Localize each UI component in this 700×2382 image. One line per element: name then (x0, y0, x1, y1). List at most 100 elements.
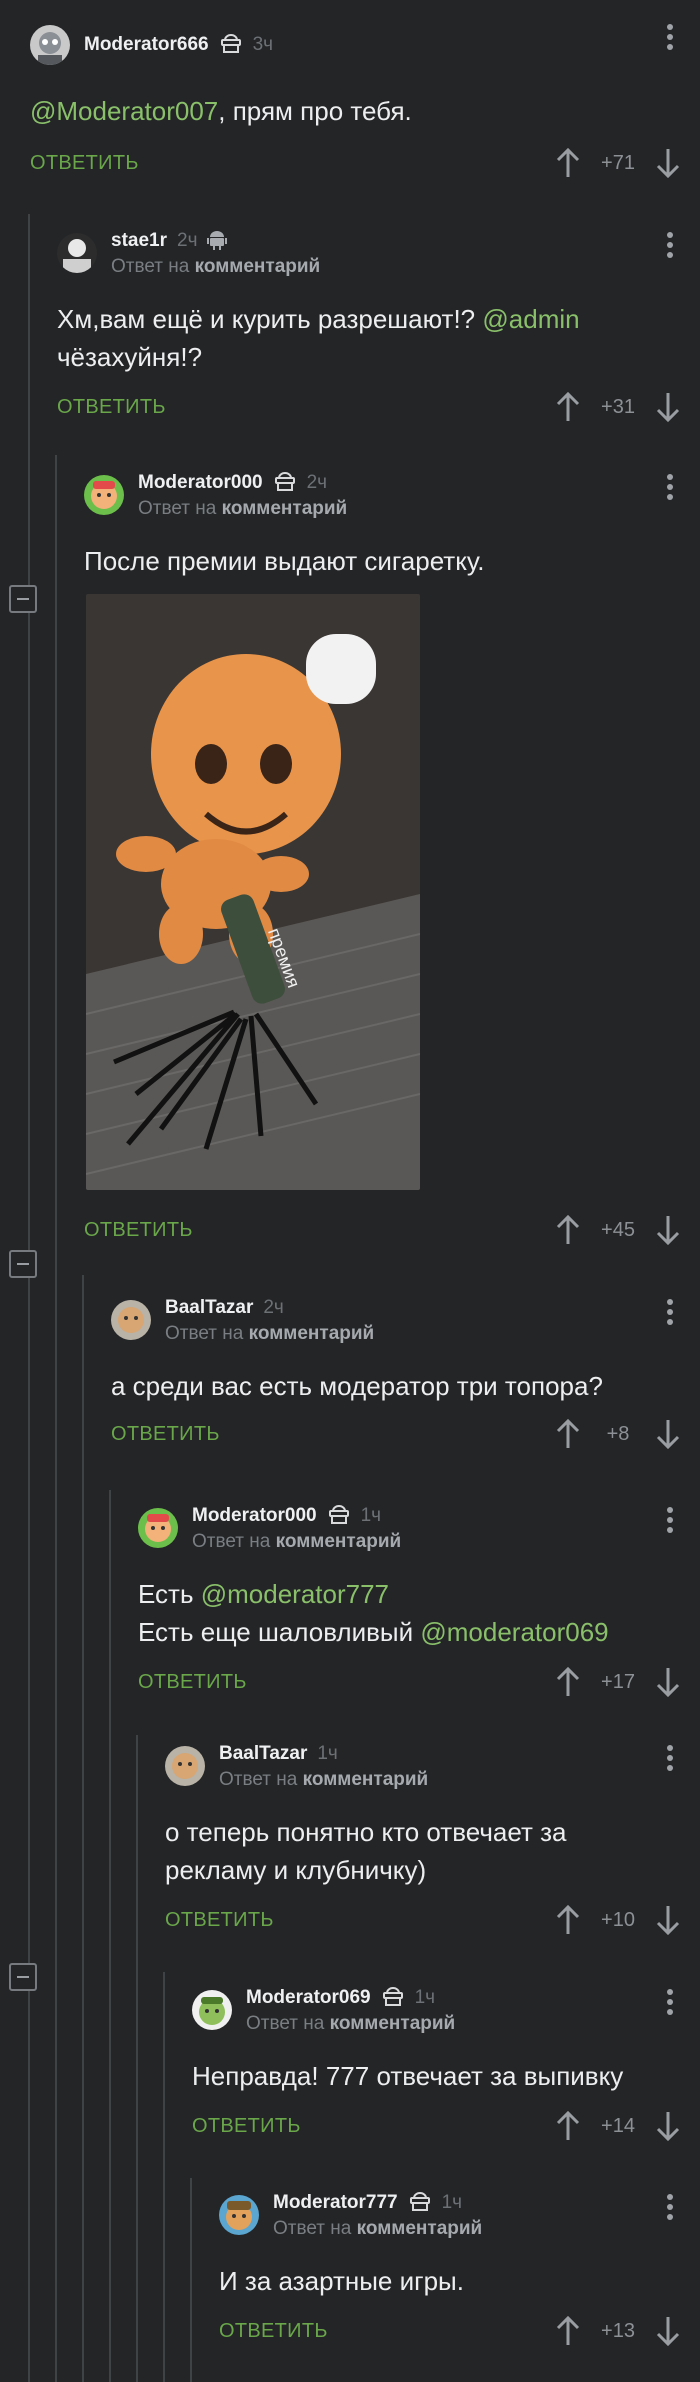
arrow-up-icon[interactable] (554, 1903, 582, 1937)
comment-time: 3ч (252, 34, 274, 55)
comment-image[interactable]: премия (86, 594, 420, 1190)
avatar[interactable] (219, 2195, 259, 2235)
more-vertical-icon[interactable] (666, 1507, 674, 1537)
mention-link[interactable]: @moderator777 (201, 1579, 389, 1609)
reply-note: Ответ на комментарий (111, 256, 321, 277)
vote-score: +31 (601, 395, 635, 418)
more-vertical-icon[interactable] (666, 24, 674, 54)
arrow-down-icon[interactable] (654, 2109, 682, 2143)
reply-button[interactable]: ОТВЕТИТЬ (30, 152, 139, 175)
thread-line-5 (136, 1735, 138, 2382)
thread-line-3 (82, 1275, 84, 2382)
avatar[interactable] (30, 25, 70, 65)
comment-text: о теперь понятно кто отвечает за рекламу … (165, 1817, 567, 1885)
moderator-badge-icon (381, 1985, 405, 2012)
comment-text: Есть @moderator777 Есть еще шаловливый @m… (138, 1579, 609, 1647)
arrow-up-icon[interactable] (554, 1665, 582, 1699)
arrow-down-icon[interactable] (654, 1213, 682, 1247)
avatar[interactable] (138, 1508, 178, 1548)
avatar[interactable] (165, 1746, 205, 1786)
vote-score: +17 (601, 1670, 635, 1693)
mention-link[interactable]: @admin (482, 304, 579, 334)
reply-note: Ответ на комментарий (219, 1769, 429, 1790)
comment-author[interactable]: stae1r (111, 230, 167, 252)
comment-time: 1ч (317, 1743, 338, 1764)
moderator-badge-icon (327, 1503, 351, 1530)
more-vertical-icon[interactable] (666, 232, 674, 262)
more-vertical-icon[interactable] (666, 2194, 674, 2224)
more-vertical-icon[interactable] (666, 474, 674, 504)
reply-note: Ответ на комментарий (138, 498, 348, 519)
reply-note: Ответ на комментарий (246, 2013, 456, 2034)
collapse-thread-icon[interactable] (9, 1963, 37, 1991)
thread-line-1 (28, 214, 30, 2382)
reply-button[interactable]: ОТВЕТИТЬ (111, 1423, 220, 1446)
comment-text: а среди вас есть модератор три топора? (111, 1371, 603, 1401)
comment-author[interactable]: Moderator777 (273, 2192, 398, 2214)
comment-time: 1ч (360, 1505, 382, 1526)
reply-button[interactable]: ОТВЕТИТЬ (138, 1671, 247, 1694)
avatar[interactable] (192, 1990, 232, 2030)
reply-button[interactable]: ОТВЕТИТЬ (165, 1909, 274, 1932)
arrow-down-icon[interactable] (654, 146, 682, 180)
comment-author[interactable]: BaalTazar (165, 1297, 253, 1319)
comment-time: 2ч (177, 230, 198, 251)
android-icon (207, 228, 228, 255)
arrow-down-icon[interactable] (654, 2314, 682, 2348)
thread-line-6 (163, 1972, 165, 2382)
avatar[interactable] (57, 233, 97, 273)
comment-text: После премии выдают сигаретку. (84, 546, 485, 576)
vote-score: +14 (601, 2114, 635, 2137)
arrow-up-icon[interactable] (554, 1213, 582, 1247)
more-vertical-icon[interactable] (666, 1745, 674, 1775)
comment-text: И за азартные игры. (219, 2266, 464, 2296)
reply-button[interactable]: ОТВЕТИТЬ (219, 2320, 328, 2343)
vote-score: +71 (601, 151, 635, 174)
vote-score: +10 (601, 1908, 635, 1931)
comment-time: 1ч (414, 1987, 436, 2008)
more-vertical-icon[interactable] (666, 1299, 674, 1329)
moderator-badge-icon (408, 2190, 432, 2217)
moderator-badge-icon (219, 32, 243, 59)
thread-line-7 (190, 2178, 192, 2382)
mention-link[interactable]: @Moderator007 (30, 96, 218, 126)
arrow-down-icon[interactable] (654, 1417, 682, 1451)
comment-time: 2ч (306, 472, 328, 493)
moderator-badge-icon (273, 470, 297, 497)
comment-author[interactable]: Moderator666 (84, 34, 209, 56)
reply-button[interactable]: ОТВЕТИТЬ (84, 1219, 193, 1242)
arrow-up-icon[interactable] (554, 390, 582, 424)
comment-author[interactable]: Moderator000 (192, 1505, 317, 1527)
arrow-down-icon[interactable] (654, 1903, 682, 1937)
comment-time: 1ч (441, 2192, 463, 2213)
vote-score: +8 (606, 1422, 630, 1445)
arrow-up-icon[interactable] (554, 2109, 582, 2143)
comment-time: 2ч (263, 1297, 284, 1318)
arrow-down-icon[interactable] (654, 1665, 682, 1699)
thread-line-2 (55, 455, 57, 2382)
thread-line-4 (109, 1490, 111, 2382)
collapse-thread-icon[interactable] (9, 585, 37, 613)
avatar[interactable] (111, 1300, 151, 1340)
comment-author[interactable]: Moderator000 (138, 472, 263, 494)
reply-note: Ответ на комментарий (273, 2218, 483, 2239)
vote-score: +13 (601, 2319, 635, 2342)
mention-link[interactable]: @moderator069 (420, 1617, 608, 1647)
avatar[interactable] (84, 475, 124, 515)
reply-button[interactable]: ОТВЕТИТЬ (192, 2115, 301, 2138)
arrow-up-icon[interactable] (554, 146, 582, 180)
arrow-down-icon[interactable] (654, 390, 682, 424)
vote-score: +45 (601, 1218, 635, 1241)
more-vertical-icon[interactable] (666, 1989, 674, 2019)
comment-text: Хм,вам ещё и курить разрешают!? @admin чё… (57, 304, 580, 372)
collapse-thread-icon[interactable] (9, 1250, 37, 1278)
arrow-up-icon[interactable] (554, 1417, 582, 1451)
arrow-up-icon[interactable] (554, 2314, 582, 2348)
comment-author[interactable]: BaalTazar (219, 1743, 307, 1765)
comment-author[interactable]: Moderator069 (246, 1987, 371, 2009)
comment-text: @Moderator007, прям про тебя. (30, 96, 412, 126)
comment-text: Неправда! 777 отвечает за выпивку (192, 2061, 624, 2091)
reply-note: Ответ на комментарий (192, 1531, 402, 1552)
reply-button[interactable]: ОТВЕТИТЬ (57, 396, 166, 419)
reply-note: Ответ на комментарий (165, 1323, 375, 1344)
